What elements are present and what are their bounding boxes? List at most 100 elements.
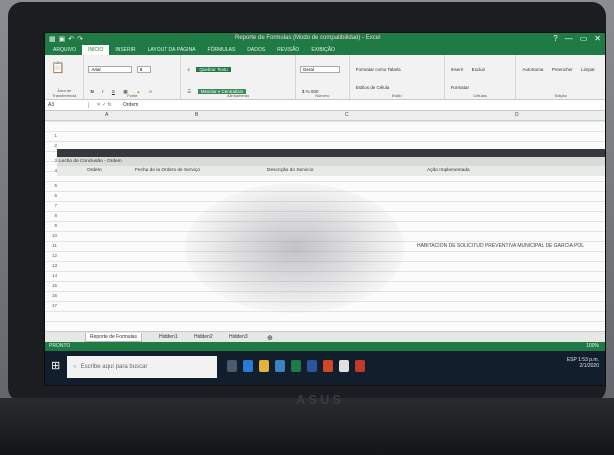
store-icon[interactable] (275, 360, 285, 372)
save-icon[interactable]: ▣ (59, 35, 66, 43)
clear-button[interactable]: Limpar (579, 66, 597, 73)
redo-icon[interactable]: ↷ (77, 35, 83, 43)
cells-group-label: Células (473, 93, 487, 98)
windows-taskbar: ⊞ ○ Escribe aquí para buscar ESP 1:53 p.… (45, 351, 605, 385)
word-taskbar-icon[interactable] (307, 360, 317, 372)
windows-start-icon[interactable]: ⊞ (51, 359, 60, 372)
cell-a3[interactable]: Lecho de Conclusão - Ordem (59, 159, 122, 164)
column-headers: A B C D (45, 111, 605, 121)
clipboard-group-label: Área de Transferência (52, 88, 77, 98)
minimize-button[interactable]: — (565, 34, 573, 43)
tray-lang[interactable]: ESP (567, 357, 577, 363)
title-bar: ▦ ▣ ↶ ↷ Reporte de Formulas (Modo de com… (45, 33, 605, 45)
font-size-select[interactable]: 8 (136, 66, 151, 73)
font-group: Arial 8 N I S ▦ ▲ A Fonte (84, 55, 182, 99)
row-number[interactable]: 9 (45, 223, 57, 228)
undo-icon[interactable]: ↶ (68, 35, 74, 43)
column-header-d[interactable]: D (515, 112, 519, 118)
row-number[interactable]: 12 (45, 253, 57, 258)
sheet-tab-hidden2[interactable]: Hidden2 (190, 333, 217, 341)
row-number[interactable]: 10 (45, 233, 57, 238)
formula-input[interactable]: Ordem (119, 102, 138, 108)
column-header-b[interactable]: B (195, 112, 198, 118)
tab-formulas[interactable]: FÓRMULAS (202, 45, 242, 55)
row-number[interactable]: 3 (45, 158, 57, 163)
window-controls: ? — ▭ ✕ (553, 34, 601, 43)
editing-group: AutoSoma Preencher Limpar Edição (516, 55, 605, 99)
column-header-a[interactable]: A (105, 112, 108, 118)
alignment-group: ≡ Quebrar Texto ☰ Mesclar e Centralizar … (181, 55, 296, 99)
pdf-taskbar-icon[interactable] (355, 360, 365, 372)
zoom-level[interactable]: 100% (586, 343, 599, 349)
sheet-tab-hidden3[interactable]: Hidden3 (225, 333, 252, 341)
row-number[interactable]: 11 (45, 243, 57, 248)
cells-group: Inserir Excluir Formatar Células (445, 55, 517, 99)
insert-cells-button[interactable]: Inserir (449, 66, 466, 73)
number-format-select[interactable]: Geral (299, 66, 340, 73)
worksheet-grid[interactable]: 1 2 3 Lecho de Conclusão - Ordem 4 Ordem… (45, 121, 605, 331)
status-bar: PRONTO 100% (45, 342, 605, 351)
autosum-button[interactable]: AutoSoma (520, 66, 545, 73)
name-box[interactable]: A3 (45, 102, 89, 108)
laptop-brand-logo: ASUS (295, 392, 345, 407)
row-number[interactable]: 8 (45, 213, 57, 218)
taskbar-search-input[interactable]: ○ Escribe aquí para buscar (67, 356, 217, 378)
row-number[interactable]: 7 (45, 203, 57, 208)
row-number[interactable]: 2 (45, 143, 57, 148)
tray-date[interactable]: 2/1/2020 (580, 363, 599, 369)
paste-icon[interactable]: 📋 (49, 60, 67, 75)
maximize-button[interactable]: ▭ (580, 34, 588, 43)
align-icon[interactable]: ≡ (185, 66, 192, 73)
table-row[interactable]: Lecho de Conclusão - Ordem (57, 157, 605, 166)
format-table-button[interactable]: Formatar como Tabela (354, 66, 403, 73)
tab-review[interactable]: REVISÃO (271, 45, 305, 55)
tab-page-layout[interactable]: LAYOUT DA PÁGINA (142, 45, 202, 55)
row-number[interactable]: 4 (45, 168, 57, 173)
number-group: Geral $ % 000 Número (296, 55, 350, 99)
chrome-taskbar-icon[interactable] (339, 360, 349, 372)
cell-d4[interactable]: Ação Implementada (427, 168, 470, 173)
tab-home[interactable]: INÍCIO (82, 45, 110, 55)
row-number[interactable]: 17 (45, 303, 57, 308)
styles-group: Formatar como Tabela Estilos de Célula E… (350, 55, 445, 99)
row-number[interactable]: 5 (45, 183, 57, 188)
tab-data[interactable]: DADOS (241, 45, 271, 55)
powerpoint-taskbar-icon[interactable] (323, 360, 333, 372)
row-number[interactable]: 14 (45, 273, 57, 278)
row-number[interactable]: 16 (45, 293, 57, 298)
cell-a4[interactable]: Ordem (87, 168, 102, 173)
cell-styles-button[interactable]: Estilos de Célula (354, 84, 392, 91)
ribbon-tabs: ARQUIVO INÍCIO INSERIR LAYOUT DA PÁGINA … (45, 45, 605, 55)
fill-button[interactable]: Preencher (550, 66, 575, 73)
row-number[interactable]: 6 (45, 193, 57, 198)
search-placeholder: Escribe aquí para buscar (80, 364, 148, 370)
quick-access-toolbar: ▦ ▣ ↶ ↷ (49, 35, 83, 43)
sheet-tab-hidden1[interactable]: Hidden1 (155, 333, 182, 341)
font-name-select[interactable]: Arial (88, 66, 133, 73)
edge-icon[interactable] (243, 360, 253, 372)
help-button[interactable]: ? (553, 34, 557, 43)
task-view-icon[interactable] (227, 360, 237, 372)
column-header-c[interactable]: C (345, 112, 349, 118)
cell-b4[interactable]: Fecha de la Ordem de Serviço (135, 168, 200, 173)
cell-c4[interactable]: Descrição do Servicio (267, 168, 313, 173)
excel-icon: ▦ (49, 36, 56, 43)
excel-taskbar-icon[interactable] (291, 360, 301, 372)
sheet-tab-reporte[interactable]: Reporte de Formulas (85, 333, 142, 342)
dark-header-row (57, 149, 605, 157)
row-number[interactable]: 13 (45, 263, 57, 268)
close-button[interactable]: ✕ (594, 34, 601, 43)
row-number[interactable]: 1 (45, 133, 57, 138)
delete-cells-button[interactable]: Excluir (470, 66, 488, 73)
tab-file[interactable]: ARQUIVO (47, 45, 82, 55)
table-row[interactable]: Ordem Fecha de la Ordem de Serviço Descr… (57, 166, 605, 176)
tab-view[interactable]: EXIBIÇÃO (305, 45, 341, 55)
format-cells-button[interactable]: Formatar (449, 84, 471, 91)
row-number[interactable]: 15 (45, 283, 57, 288)
file-explorer-icon[interactable] (259, 360, 269, 372)
cell-note[interactable]: HABITACION DE SOLICITUD PREVENTIVA MUNIC… (417, 243, 584, 249)
wrap-text-button[interactable]: Quebrar Texto (196, 67, 231, 72)
tab-insert[interactable]: INSERIR (109, 45, 141, 55)
fx-icon[interactable]: ✕ ✓ fx (89, 102, 119, 108)
clipboard-group: 📋 Área de Transferência (45, 55, 85, 99)
